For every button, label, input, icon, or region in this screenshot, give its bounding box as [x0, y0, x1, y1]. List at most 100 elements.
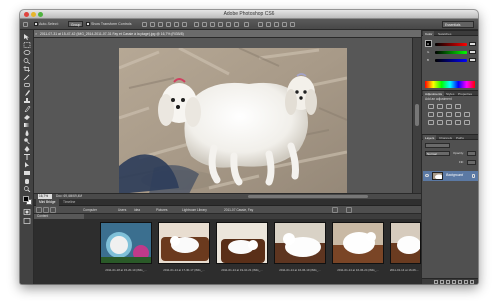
thumbnail[interactable] — [332, 222, 384, 264]
auto-select-checkbox[interactable]: Auto-Select: — [34, 21, 59, 28]
layer-style-icon[interactable] — [440, 280, 444, 284]
3d-rotate-icon[interactable] — [266, 22, 271, 27]
brush-tool-icon[interactable] — [23, 90, 31, 96]
link-layers-icon[interactable] — [434, 280, 438, 284]
lasso-tool-icon[interactable] — [23, 50, 31, 56]
curves-icon[interactable] — [446, 104, 452, 109]
new-layer-icon[interactable] — [464, 280, 468, 284]
green-slider[interactable] — [435, 51, 467, 54]
go-to-bridge-icon[interactable] — [50, 207, 56, 213]
exposure-icon[interactable] — [455, 104, 461, 109]
threshold-icon[interactable] — [446, 120, 452, 125]
color-spectrum[interactable] — [425, 81, 475, 88]
thumbnail[interactable] — [100, 222, 152, 264]
blur-tool-icon[interactable] — [23, 130, 31, 136]
quick-selection-tool-icon[interactable] — [23, 58, 31, 64]
breadcrumb-pictures[interactable]: Pictures — [156, 207, 168, 213]
layer-filter-select[interactable] — [425, 143, 450, 148]
thumbnail[interactable] — [216, 222, 268, 264]
dodge-tool-icon[interactable] — [23, 138, 31, 144]
rectangle-tool-icon[interactable] — [23, 170, 31, 176]
brightness-contrast-icon[interactable] — [428, 104, 434, 109]
visibility-eye-icon[interactable] — [425, 174, 429, 177]
quick-mask-icon[interactable] — [23, 209, 31, 215]
align-left-icon[interactable] — [166, 22, 171, 27]
move-tool-icon[interactable] — [23, 34, 31, 40]
type-tool-icon[interactable] — [23, 154, 31, 160]
blue-value-field[interactable] — [469, 58, 476, 62]
tab-paths[interactable]: Paths — [454, 135, 466, 141]
view-options-icon[interactable] — [346, 207, 352, 213]
distribute-bottom-icon[interactable] — [210, 22, 215, 27]
align-hcenter-icon[interactable] — [174, 22, 179, 27]
marquee-tool-icon[interactable] — [23, 42, 31, 48]
crop-tool-icon[interactable] — [23, 66, 31, 72]
thumbnail[interactable] — [158, 222, 210, 264]
breadcrumb-lightroom-library[interactable]: Lightroom Library — [182, 207, 207, 213]
filter-icon[interactable] — [332, 207, 338, 213]
3d-slide-icon[interactable] — [290, 22, 295, 27]
posterize-icon[interactable] — [437, 120, 443, 125]
opacity-field[interactable] — [467, 151, 476, 156]
breadcrumb-computer[interactable]: Computer — [83, 207, 97, 213]
layer-name[interactable]: Background — [446, 173, 463, 178]
3d-roll-icon[interactable] — [274, 22, 279, 27]
3d-mode-icon[interactable] — [258, 22, 263, 27]
align-top-icon[interactable] — [142, 22, 147, 27]
show-transform-checkbox[interactable]: Show Transform Controls — [86, 21, 132, 28]
vertical-scroll-thumb[interactable] — [415, 104, 419, 126]
workspace-select[interactable]: Essentials — [442, 21, 474, 28]
align-vcenter-icon[interactable] — [150, 22, 155, 27]
fill-field[interactable] — [467, 160, 476, 165]
tab-swatches[interactable]: Swatches — [436, 31, 453, 37]
auto-align-icon[interactable] — [244, 22, 249, 27]
new-group-icon[interactable] — [458, 280, 462, 284]
levels-icon[interactable] — [437, 104, 443, 109]
path-selection-tool-icon[interactable] — [23, 162, 31, 168]
move-tool-preset-icon[interactable] — [23, 22, 28, 27]
vibrance-icon[interactable] — [428, 112, 434, 117]
black-white-icon[interactable] — [455, 112, 461, 117]
horizontal-scroll-thumb[interactable] — [248, 195, 368, 198]
thumbnail[interactable] — [274, 222, 326, 264]
layer-mask-icon[interactable] — [446, 280, 450, 284]
back-icon[interactable] — [36, 207, 42, 213]
adjustment-layer-icon[interactable] — [452, 280, 456, 284]
distribute-right-icon[interactable] — [234, 22, 239, 27]
3d-pan-icon[interactable] — [282, 22, 287, 27]
document-image[interactable] — [119, 48, 347, 194]
tab-timeline[interactable]: Timeline — [60, 199, 78, 206]
forward-icon[interactable] — [43, 207, 49, 213]
blue-slider[interactable] — [435, 59, 467, 62]
eyedropper-tool-icon[interactable] — [23, 74, 31, 80]
hand-tool-icon[interactable] — [23, 178, 31, 184]
clone-stamp-tool-icon[interactable] — [23, 98, 31, 104]
tab-layers[interactable]: Layers — [423, 135, 437, 141]
layer-row-background[interactable]: Background — [423, 171, 478, 181]
breadcrumb-idea[interactable]: idea — [134, 207, 140, 213]
healing-brush-tool-icon[interactable] — [23, 82, 31, 88]
selective-color-icon[interactable] — [464, 120, 470, 125]
pen-tool-icon[interactable] — [23, 146, 31, 152]
breadcrumb-users[interactable]: Users — [118, 207, 126, 213]
gradient-map-icon[interactable] — [455, 120, 461, 125]
tab-mini-bridge[interactable]: Mini Bridge — [36, 199, 59, 206]
foreground-color-swatch[interactable] — [23, 196, 29, 202]
tab-color[interactable]: Color — [423, 31, 435, 37]
distribute-top-icon[interactable] — [194, 22, 199, 27]
document-tab[interactable]: × 2011-07-31 at 15-47-42 (IMG_2514-2011-… — [34, 30, 421, 38]
thumbnail[interactable] — [390, 222, 421, 264]
auto-select-target-select[interactable]: Group — [68, 21, 84, 27]
breadcrumb-current-folder[interactable]: 2011-07 Cassie, Fay — [224, 207, 253, 213]
photo-filter-icon[interactable] — [464, 112, 470, 117]
hue-saturation-icon[interactable] — [437, 112, 443, 117]
blend-mode-select[interactable]: Normal — [425, 151, 450, 156]
history-brush-tool-icon[interactable] — [23, 106, 31, 112]
close-document-icon[interactable]: × — [35, 32, 39, 36]
tab-channels[interactable]: Channels — [437, 135, 454, 141]
red-value-field[interactable] — [469, 42, 476, 46]
eraser-tool-icon[interactable] — [23, 114, 31, 120]
canvas-vertical-scrollbar[interactable] — [412, 38, 421, 193]
canvas-area[interactable] — [34, 38, 412, 194]
screen-mode-icon[interactable] — [23, 218, 31, 224]
